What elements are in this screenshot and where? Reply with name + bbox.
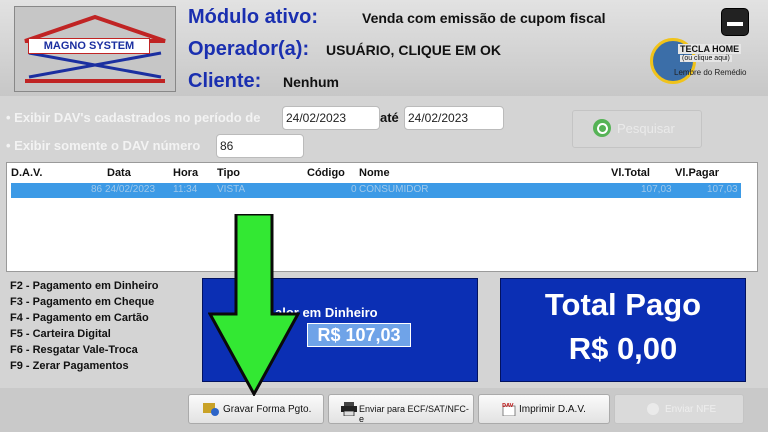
search-label: Pesquisar	[617, 121, 675, 136]
payment-icon	[203, 403, 219, 416]
dav-icon-text: DAV	[502, 403, 514, 409]
dav-label-text: Exibir somente o DAV número	[14, 138, 201, 153]
operator-label: Operador(a):	[188, 38, 310, 60]
dav-number-input[interactable]: 86	[216, 134, 304, 158]
save-payment-button[interactable]: Gravar Forma Pgto.	[188, 394, 324, 424]
shortcut-f6: F6 - Resgatar Vale-Troca	[10, 344, 138, 356]
dav-label: • Exibir somente o DAV número	[6, 138, 201, 153]
cell-tipo: VISTA	[217, 184, 246, 195]
print-dav-label: Imprimir D.A.V.	[519, 404, 586, 415]
col-dav: D.A.V.	[11, 167, 43, 179]
header: MAGNO SYSTEM Módulo ativo: Venda com emi…	[0, 0, 768, 96]
dav-document-icon: DAV	[502, 403, 516, 416]
cell-data: 24/02/2023	[105, 184, 156, 195]
total-paid-label: Total Pago	[544, 287, 702, 322]
cell-nome: CONSUMIDOR	[359, 184, 429, 195]
shortcut-list: F2 - Pagamento em Dinheiro F3 - Pagament…	[6, 276, 196, 380]
search-button[interactable]: Pesquisar	[572, 110, 702, 148]
module-label: Módulo ativo:	[188, 6, 318, 28]
client-label: Cliente:	[188, 70, 262, 92]
cell-hora: 11:34	[173, 184, 198, 195]
period-label-text: Exibir DAV's cadastrados no período de	[14, 110, 261, 125]
send-nfe-label: Enviar NFE	[665, 404, 717, 415]
send-ecf-button[interactable]: Enviar para ECF/SAT/NFC-e	[328, 394, 474, 424]
col-nome: Nome	[359, 167, 390, 179]
col-tipo: Tipo	[217, 167, 241, 179]
shortcut-f4: F4 - Pagamento em Cartão	[10, 312, 149, 324]
tecla-home-subtitle: Lembre do Remédio	[674, 68, 747, 77]
table-row[interactable]: 86 24/02/2023 11:34 VISTA 0 CONSUMIDOR 1…	[11, 183, 741, 198]
col-codigo: Código	[307, 167, 345, 179]
operator-value: USUÁRIO, CLIQUE EM OK	[326, 42, 502, 58]
total-paid-value: R$ 0,00	[568, 331, 678, 366]
col-hora: Hora	[173, 167, 199, 179]
logo-text: MAGNO SYSTEM	[28, 38, 150, 54]
cell-dav: 86	[91, 184, 103, 195]
print-dav-button[interactable]: DAV Imprimir D.A.V.	[478, 394, 610, 424]
ate-label: até	[380, 110, 399, 125]
module-value: Venda com emissão de cupom fiscal	[362, 10, 606, 26]
shortcut-f9: F9 - Zerar Pagamentos	[10, 360, 129, 372]
nfe-icon	[647, 403, 659, 415]
cash-amount-input[interactable]: R$ 107,03	[307, 323, 411, 347]
tecla-home-hint: (ou clique aqui)	[680, 55, 732, 62]
bottom-toolbar: Gravar Forma Pgto. Enviar para ECF/SAT/N…	[0, 388, 768, 432]
cell-vltotal: 107,03	[641, 184, 672, 195]
down-arrow-icon	[208, 214, 300, 396]
shortcut-f5: F5 - Carteira Digital	[10, 328, 111, 340]
send-nfe-button[interactable]: Enviar NFE	[614, 394, 744, 424]
col-data: Data	[107, 167, 131, 179]
shortcut-f2: F2 - Pagamento em Dinheiro	[10, 280, 159, 292]
col-vltotal: Vl.Total	[611, 167, 650, 179]
total-paid-panel: Total Pago R$ 0,00	[500, 278, 746, 382]
date-to-input[interactable]: 24/02/2023	[404, 106, 504, 130]
printer-icon	[341, 402, 357, 416]
tecla-home-title: TECLA HOME	[678, 44, 742, 54]
minimize-icon	[727, 22, 743, 26]
minimize-button[interactable]	[721, 8, 749, 36]
period-label: • Exibir DAV's cadastrados no período de	[6, 110, 261, 125]
cell-codigo: 0	[351, 184, 357, 195]
date-from-input[interactable]: 24/02/2023	[282, 106, 380, 130]
shortcut-f3: F3 - Pagamento em Cheque	[10, 296, 155, 308]
tecla-home-button[interactable]: TECLA HOME (ou clique aqui) Lembre do Re…	[650, 38, 748, 84]
col-vlpagar: Vl.Pagar	[675, 167, 720, 179]
client-value: Nenhum	[283, 74, 339, 90]
save-payment-label: Gravar Forma Pgto.	[223, 404, 312, 415]
send-ecf-label: Enviar para ECF/SAT/NFC-e	[359, 404, 469, 424]
cell-vlpagar: 107,03	[707, 184, 738, 195]
dav-table: D.A.V. Data Hora Tipo Código Nome Vl.Tot…	[6, 162, 758, 272]
search-icon	[593, 119, 611, 137]
